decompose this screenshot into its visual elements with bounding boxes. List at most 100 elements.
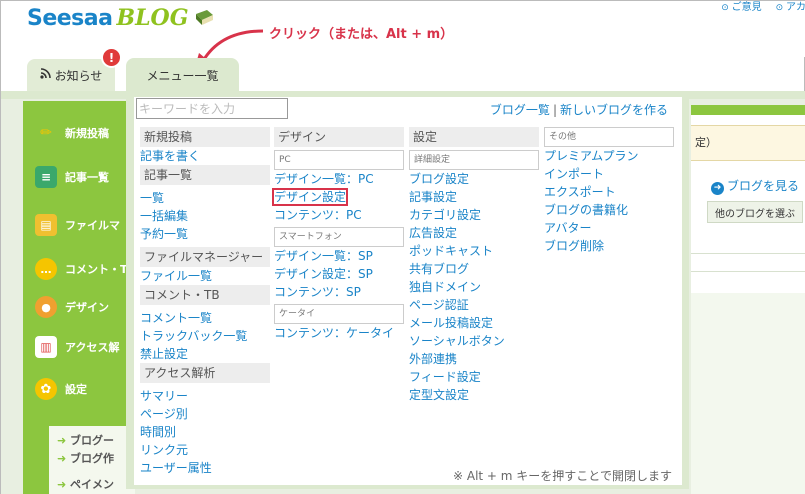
sidebar-item-design[interactable]: ● デザイン bbox=[23, 287, 135, 327]
menu-link-category-settings[interactable]: カテゴリ設定 bbox=[409, 206, 539, 224]
menu-link-design-settings-highlighted[interactable]: デザイン設定 bbox=[271, 188, 349, 206]
blog-list-link[interactable]: ブログ一覧 bbox=[490, 103, 550, 117]
menu-link-external[interactable]: 外部連携 bbox=[409, 350, 539, 368]
menu-link-delete-blog[interactable]: ブログ削除 bbox=[544, 237, 674, 255]
menu-top-links: ブログ一覧 | 新しいブログを作る bbox=[490, 101, 668, 118]
sub-heading: PC bbox=[274, 150, 404, 170]
menu-link-file-list[interactable]: ファイル一覧 bbox=[140, 267, 270, 285]
menu-link-per-hour[interactable]: 時間別 bbox=[140, 423, 270, 441]
menu-link-template[interactable]: 定型文設定 bbox=[409, 386, 539, 404]
sidebar-sub-item[interactable]: ペイメン bbox=[49, 476, 135, 494]
menu-column-posts: 新規投稿 記事を書く 記事一覧 一覧 一括編集 予約一覧 ファイルマネージャー … bbox=[140, 127, 270, 477]
menu-link-feed[interactable]: フィード設定 bbox=[409, 368, 539, 386]
menu-link-page-auth[interactable]: ページ認証 bbox=[409, 296, 539, 314]
menu-link-import[interactable]: インポート bbox=[544, 165, 674, 183]
menu-link-per-page[interactable]: ページ別 bbox=[140, 405, 270, 423]
sidebar-sub-item[interactable]: ブログ作 bbox=[49, 450, 135, 468]
menu-link-contents-ketai[interactable]: コンテンツ：ケータイ bbox=[274, 324, 404, 342]
menu-link-contents-pc[interactable]: コンテンツ：PC bbox=[274, 206, 404, 224]
new-blog-link[interactable]: 新しいブログを作る bbox=[560, 103, 668, 117]
sidebar-item-files[interactable]: ▤ ファイルマ bbox=[23, 205, 135, 245]
menu-column-settings: 設定 詳細設定 ブログ設定 記事設定 カテゴリ設定 広告設定 ポッドキャスト 共… bbox=[409, 127, 539, 404]
divider bbox=[691, 253, 805, 254]
sidebar-item-label: ファイルマ bbox=[65, 219, 120, 232]
rss-icon bbox=[40, 68, 51, 82]
logo-main-text: Seesaa bbox=[27, 5, 113, 31]
divider bbox=[691, 271, 805, 272]
sidebar-item-label: コメント・T bbox=[65, 263, 128, 276]
menu-link-summary[interactable]: サマリー bbox=[140, 387, 270, 405]
tab-menu-label: メニュー一覧 bbox=[146, 68, 219, 83]
menu-link-ad-settings[interactable]: 広告設定 bbox=[409, 224, 539, 242]
sidebar-item-label: デザイン bbox=[65, 301, 109, 314]
sidebar-submenu: ブログー ブログ作 ペイメン bbox=[49, 426, 135, 494]
menu-link-design-list-sp[interactable]: デザイン一覧：SP bbox=[274, 247, 404, 265]
gear-icon: ✿ bbox=[35, 378, 57, 400]
menu-link-post-settings[interactable]: 記事設定 bbox=[409, 188, 539, 206]
menu-link-shared-blog[interactable]: 共有ブログ bbox=[409, 260, 539, 278]
menu-search-input[interactable] bbox=[136, 98, 288, 119]
pencil-icon: ✏ bbox=[40, 125, 52, 141]
sub-heading: ケータイ bbox=[274, 304, 404, 324]
sidebar-item-label: 記事一覧 bbox=[65, 171, 109, 184]
menu-link-design-settings-sp[interactable]: デザイン設定：SP bbox=[274, 265, 404, 283]
menu-link-bulk-edit[interactable]: 一括編集 bbox=[140, 207, 270, 225]
sidebar-item-posts[interactable]: ≡ 記事一覧 bbox=[23, 157, 135, 197]
menu-link-podcast[interactable]: ポッドキャスト bbox=[409, 242, 539, 260]
sidebar-item-new-post[interactable]: ✏ 新規投稿 bbox=[23, 113, 135, 153]
top-links: ご意見 アカ bbox=[721, 0, 805, 13]
account-link[interactable]: アカ bbox=[776, 0, 805, 13]
sidebar-item-analytics[interactable]: ▥ アクセス解 bbox=[23, 327, 135, 367]
sub-heading: その他 bbox=[544, 127, 674, 147]
menu-link-comment-list[interactable]: コメント一覧 bbox=[140, 309, 270, 327]
other-blog-button[interactable]: 他のブログを選ぶ bbox=[707, 201, 803, 223]
menu-column-other: その他 プレミアムプラン インポート エクスポート ブログの書籍化 アバター ブ… bbox=[544, 127, 674, 255]
view-blog-link[interactable]: ブログを見る bbox=[711, 177, 799, 195]
section-heading: 新規投稿 bbox=[140, 127, 270, 147]
tab-notice-label: お知らせ bbox=[54, 68, 103, 83]
menu-link-design-list-pc[interactable]: デザイン一覧：PC bbox=[274, 170, 404, 188]
speech-bubble-icon: … bbox=[35, 258, 57, 280]
section-heading: 記事一覧 bbox=[140, 165, 270, 185]
menu-link-post-list[interactable]: 一覧 bbox=[140, 189, 270, 207]
sidebar-item-comments[interactable]: … コメント・T bbox=[23, 249, 135, 289]
notice-badge: ! bbox=[101, 47, 122, 68]
menu-link-blog-settings[interactable]: ブログ設定 bbox=[409, 170, 539, 188]
menu-link-mail-post[interactable]: メール投稿設定 bbox=[409, 314, 539, 332]
menu-link-export[interactable]: エクスポート bbox=[544, 183, 674, 201]
section-heading: アクセス解析 bbox=[140, 363, 270, 383]
menu-link-referrer[interactable]: リンク元 bbox=[140, 441, 270, 459]
sidebar-item-label: 新規投稿 bbox=[65, 127, 109, 140]
section-heading: 設定 bbox=[409, 127, 539, 147]
menu-link-contents-sp[interactable]: コンテンツ：SP bbox=[274, 283, 404, 301]
palette-icon: ● bbox=[35, 296, 57, 318]
section-heading: デザイン bbox=[274, 127, 404, 147]
menu-link-new-post[interactable]: 記事を書く bbox=[140, 147, 270, 165]
menu-link-scheduled[interactable]: 予約一覧 bbox=[140, 225, 270, 243]
tab-notice[interactable]: お知らせ bbox=[27, 59, 115, 91]
menu-column-design: デザイン PC デザイン一覧：PC デザイン設定 コンテンツ：PC スマートフォ… bbox=[271, 127, 404, 342]
menu-link-trackback-list[interactable]: トラックバック一覧 bbox=[140, 327, 270, 345]
right-panel-box bbox=[691, 293, 805, 494]
menu-link-premium[interactable]: プレミアムプラン bbox=[544, 147, 674, 165]
document-icon: ≡ bbox=[35, 166, 57, 188]
sidebar-sub-item[interactable]: ブログー bbox=[49, 432, 135, 450]
menu-link-avatar[interactable]: アバター bbox=[544, 219, 674, 237]
section-heading: ファイルマネージャー bbox=[140, 247, 270, 267]
menu-footnote: ※ Alt + m キーを押すことで開閉します bbox=[453, 469, 672, 483]
menu-link-user-attributes[interactable]: ユーザー属性 bbox=[140, 459, 270, 477]
sidebar-item-label: アクセス解 bbox=[65, 341, 120, 354]
menu-link-own-domain[interactable]: 独自ドメイン bbox=[409, 278, 539, 296]
menu-link-ban-settings[interactable]: 禁止設定 bbox=[140, 345, 270, 363]
sidebar-item-settings[interactable]: ✿ 設定 bbox=[23, 369, 135, 409]
sub-heading: 詳細設定 bbox=[409, 150, 539, 170]
logo-sub-text: BLOG bbox=[116, 5, 189, 31]
menu-link-design-settings[interactable]: デザイン設定 bbox=[271, 188, 349, 206]
tab-menu-list[interactable]: メニュー一覧 bbox=[126, 58, 239, 92]
right-panel-notice: 定） bbox=[691, 125, 805, 161]
bar-chart-icon: ▥ bbox=[35, 336, 57, 358]
feedback-link[interactable]: ご意見 bbox=[721, 0, 762, 13]
menu-link-book[interactable]: ブログの書籍化 bbox=[544, 201, 674, 219]
menu-link-social-button[interactable]: ソーシャルボタン bbox=[409, 332, 539, 350]
right-panel-bar bbox=[691, 105, 805, 115]
